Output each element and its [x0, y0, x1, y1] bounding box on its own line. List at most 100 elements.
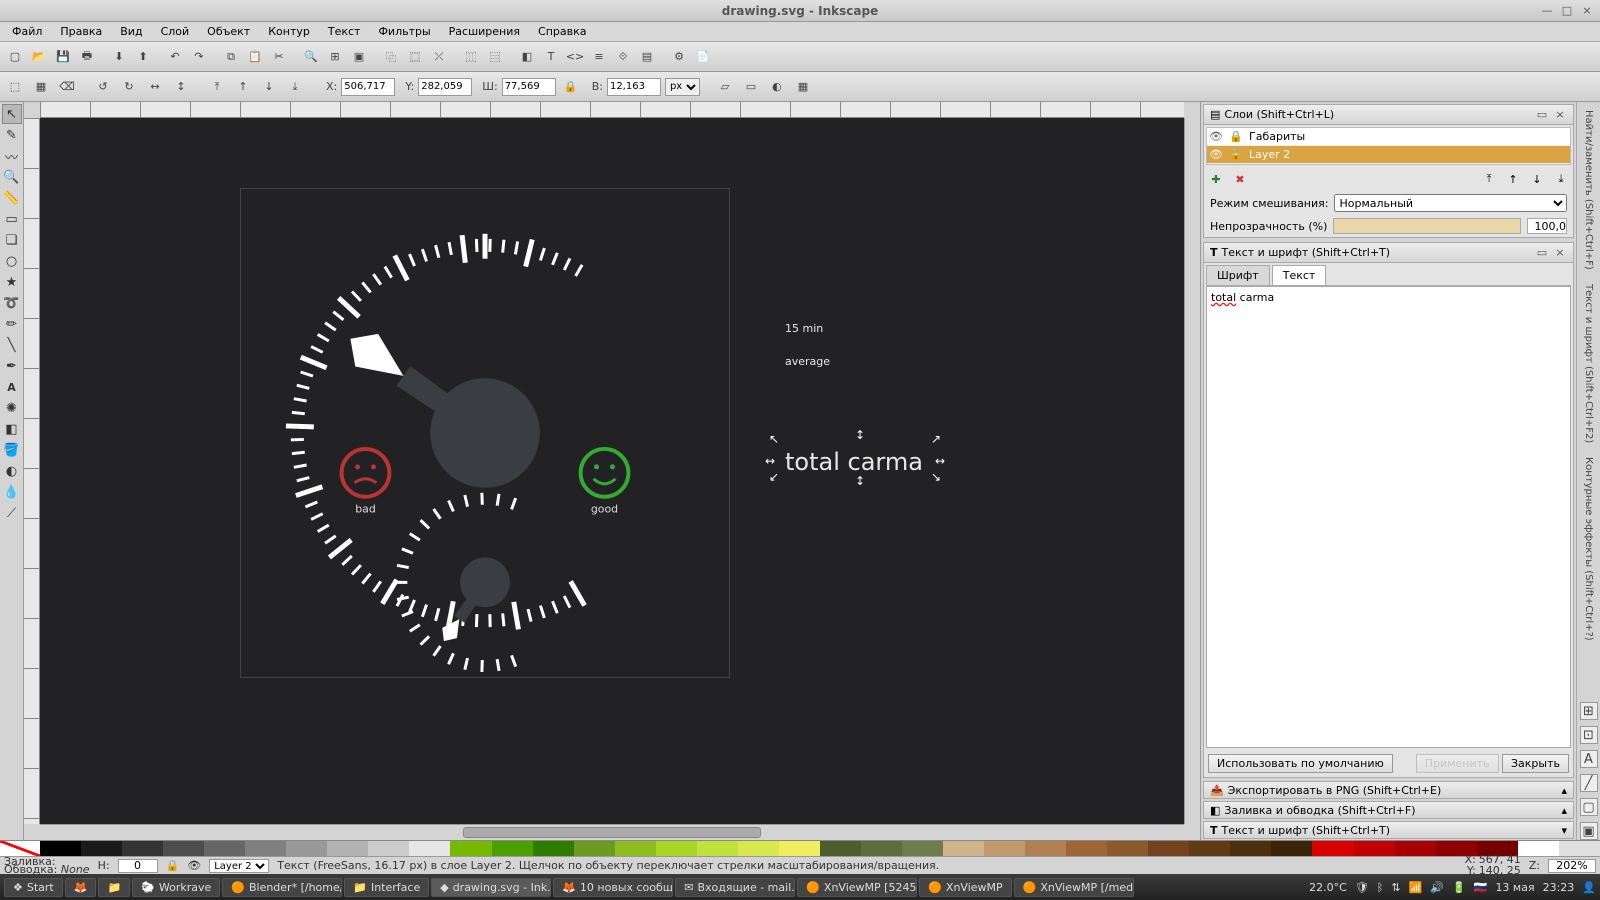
canvas-text-total-carma[interactable]: total carma — [785, 448, 923, 476]
side-tab-find[interactable]: Найти/заменить (Shift+Ctrl+F) — [1583, 106, 1594, 274]
no-color-swatch[interactable] — [0, 841, 40, 856]
snap-node-icon[interactable]: ⊡ — [1580, 726, 1598, 744]
color-swatch[interactable] — [286, 841, 327, 856]
window-maximize-button[interactable]: □ — [1560, 4, 1574, 18]
zoom-sel-icon[interactable]: 🔍 — [300, 46, 322, 68]
layer-row[interactable]: 👁 🔒 Габариты — [1207, 128, 1570, 146]
color-palette[interactable] — [0, 840, 1600, 856]
ruler-vertical[interactable] — [24, 118, 40, 824]
lock-layer-icon[interactable]: 🔒 — [166, 859, 180, 872]
zoom-page-icon[interactable]: ▣ — [348, 46, 370, 68]
canvas-text-15min[interactable]: 15 minaverage — [785, 308, 830, 373]
panel-close-icon[interactable]: × — [1553, 246, 1567, 260]
unlink-icon[interactable]: ⤫ — [428, 46, 450, 68]
3dbox-tool-icon[interactable]: ❏ — [2, 230, 22, 250]
unit-select[interactable]: px — [665, 78, 700, 96]
taskbar-item[interactable]: 🟠 XnViewMP [/medi... — [1014, 878, 1134, 897]
lower-icon[interactable]: ↓ — [258, 76, 280, 98]
color-swatch[interactable] — [1148, 841, 1189, 856]
lock-icon[interactable]: 🔒 — [1229, 130, 1243, 143]
tray-shield-icon[interactable]: 🛡 — [1355, 881, 1369, 894]
eye-icon[interactable]: 👁 — [1209, 148, 1223, 161]
color-swatch[interactable] — [943, 841, 984, 856]
affect-pattern-icon[interactable]: ▦ — [792, 76, 814, 98]
star-tool-icon[interactable]: ★ — [2, 272, 22, 292]
menu-view[interactable]: Вид — [112, 23, 150, 40]
tray-date[interactable]: 13 мая — [1495, 881, 1534, 894]
color-swatch[interactable] — [1107, 841, 1148, 856]
add-layer-icon[interactable]: ✚ — [1208, 171, 1224, 187]
redo-icon[interactable]: ↷ — [188, 46, 210, 68]
color-swatch[interactable] — [902, 841, 943, 856]
ungroup-icon[interactable]: ⿳ — [484, 46, 506, 68]
panel-min-icon[interactable]: ▭ — [1535, 108, 1549, 122]
tray-time[interactable]: 23:23 — [1543, 881, 1575, 894]
tray-battery-icon[interactable]: 🔋 — [1452, 881, 1466, 894]
start-button[interactable]: ❖ Start — [4, 878, 63, 897]
zoom-input[interactable] — [1548, 859, 1596, 873]
color-swatch[interactable] — [1230, 841, 1271, 856]
y-input[interactable] — [418, 78, 472, 96]
snap-toggle-icon[interactable]: ⊞ — [1580, 702, 1598, 720]
menu-help[interactable]: Справка — [530, 23, 594, 40]
status-layer-select[interactable]: Layer 2 — [209, 859, 269, 873]
default-button[interactable]: Использовать по умолчанию — [1208, 754, 1393, 773]
apply-button[interactable]: Применить — [1416, 754, 1499, 773]
color-swatch[interactable] — [779, 841, 820, 856]
raise-icon[interactable]: ↑ — [232, 76, 254, 98]
menu-edit[interactable]: Правка — [52, 23, 110, 40]
menu-text[interactable]: Текст — [320, 23, 369, 40]
snap-path-icon[interactable]: ╱ — [1580, 774, 1598, 792]
taskbar-item[interactable]: ◆ drawing.svg - Ink... — [431, 878, 551, 897]
canvas-viewport[interactable]: bad good 15 minaverage — [40, 118, 1184, 824]
cut-icon[interactable]: ✂ — [268, 46, 290, 68]
color-swatch[interactable] — [1354, 841, 1395, 856]
taskbar-item[interactable]: 🦊 10 новых сообщ... — [553, 878, 673, 897]
taskbar-files[interactable]: 📁 — [98, 878, 130, 897]
layer-bottom-icon[interactable]: ⤓ — [1553, 171, 1569, 187]
tray-bt-icon[interactable]: ᛒ — [1377, 881, 1384, 894]
transform-dialog-icon[interactable]: ⟐ — [612, 46, 634, 68]
color-swatch[interactable] — [204, 841, 245, 856]
color-swatch[interactable] — [492, 841, 533, 856]
opacity-slider[interactable] — [1333, 218, 1521, 234]
tweak-tool-icon[interactable]: 〰 — [2, 146, 22, 166]
tray-net-icon[interactable]: ⇅ — [1391, 881, 1400, 894]
collapsed-text-panel[interactable]: T Текст и шрифт (Shift+Ctrl+T)▾ — [1203, 821, 1574, 839]
new-doc-icon[interactable]: ▢ — [4, 46, 26, 68]
w-input[interactable] — [502, 78, 556, 96]
eye-icon[interactable]: 👁 — [1209, 130, 1223, 143]
text-edit-area[interactable]: total carma — [1206, 286, 1571, 748]
panel-close-icon[interactable]: × — [1553, 108, 1567, 122]
delete-layer-icon[interactable]: ✖ — [1232, 171, 1248, 187]
affect-corners-icon[interactable]: ▭ — [740, 76, 762, 98]
rect-tool-icon[interactable]: ▭ — [2, 209, 22, 229]
layer-top-icon[interactable]: ⤒ — [1481, 171, 1497, 187]
color-swatch[interactable] — [1066, 841, 1107, 856]
align-dialog-icon[interactable]: ≡ — [588, 46, 610, 68]
fill-tool-icon[interactable]: 🪣 — [2, 440, 22, 460]
ellipse-tool-icon[interactable]: ○ — [2, 251, 22, 271]
tray-wifi-icon[interactable]: 📶 — [1409, 881, 1423, 894]
scrollbar-horizontal[interactable] — [40, 824, 1184, 840]
print-icon[interactable]: 🖶 — [76, 46, 98, 68]
color-swatch[interactable] — [1025, 841, 1066, 856]
color-swatch[interactable] — [368, 841, 409, 856]
color-swatch[interactable] — [1312, 841, 1353, 856]
color-swatch[interactable] — [1395, 841, 1436, 856]
node-tool-icon[interactable]: ✎ — [2, 125, 22, 145]
deselect-icon[interactable]: ⌫ — [56, 76, 78, 98]
color-swatch[interactable] — [163, 841, 204, 856]
rotate-ccw-icon[interactable]: ↺ — [92, 76, 114, 98]
panel-min-icon[interactable]: ▭ — [1535, 246, 1549, 260]
h-input[interactable] — [607, 78, 661, 96]
select-all-icon[interactable]: ⬚ — [4, 76, 26, 98]
color-swatch[interactable] — [697, 841, 738, 856]
lock-ratio-icon[interactable]: 🔒 — [560, 76, 582, 98]
spray-tool-icon[interactable]: ✺ — [2, 398, 22, 418]
zoom-tool-icon[interactable]: 🔍 — [2, 167, 22, 187]
color-swatch[interactable] — [245, 841, 286, 856]
clone-icon[interactable]: ⿴ — [404, 46, 426, 68]
color-swatch[interactable] — [450, 841, 491, 856]
taskbar-item[interactable]: 📁 Interface — [344, 878, 429, 897]
